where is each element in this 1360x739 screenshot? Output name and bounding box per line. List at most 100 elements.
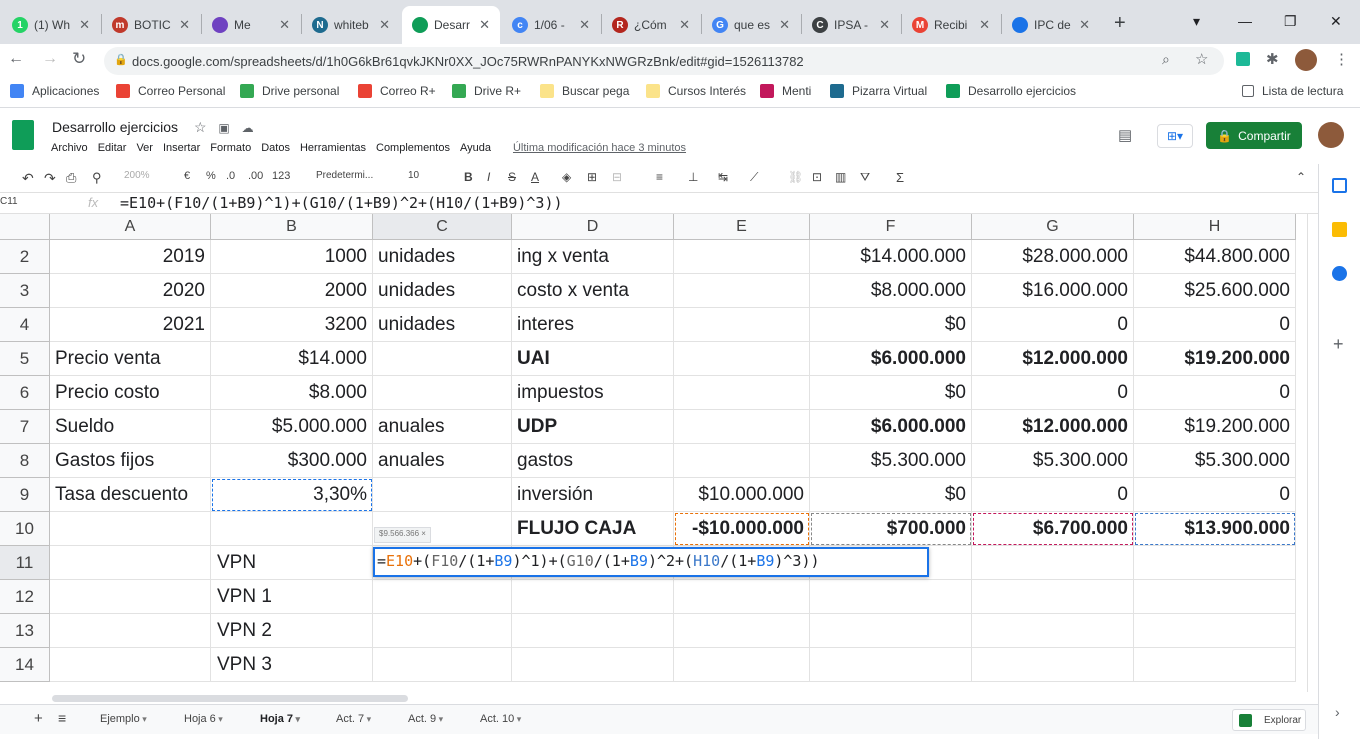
cell-A7[interactable]: Sueldo <box>50 410 211 444</box>
wrap-icon[interactable]: ↹ <box>718 170 728 184</box>
close-tab-icon[interactable]: ✕ <box>579 17 590 33</box>
last-modified-link[interactable]: Última modificación hace 3 minutos <box>513 142 686 154</box>
merge-icon[interactable]: ⊟ <box>612 170 622 184</box>
cell-H5[interactable]: $19.200.000 <box>1134 342 1296 376</box>
menu-item[interactable]: Datos <box>261 142 290 154</box>
browser-tab[interactable]: C IPSA - ✕ <box>802 6 900 44</box>
cell-C6[interactable] <box>373 376 512 410</box>
cell-A14[interactable] <box>50 648 211 682</box>
close-tab-icon[interactable]: ✕ <box>679 17 690 33</box>
bookmark-item[interactable]: Pizarra Virtual <box>830 84 927 98</box>
cell-B3[interactable]: 2000 <box>211 274 373 308</box>
sheet-tab[interactable]: Hoja 7 ▾ <box>260 713 300 725</box>
formula-input[interactable]: =E10+(F10/(1+B9)^1)+(G10/(1+B9)^2+(H10/(… <box>120 194 563 212</box>
bookmark-item[interactable]: Drive R+ <box>452 84 521 98</box>
cell-D9[interactable]: inversión <box>512 478 674 512</box>
chevron-down-icon[interactable]: ▾ <box>514 714 522 724</box>
undo-icon[interactable]: ↶ <box>22 170 34 187</box>
cell-B14[interactable]: VPN 3 <box>211 648 373 682</box>
close-tab-icon[interactable]: ✕ <box>979 17 990 33</box>
more-formats-button[interactable]: 123 <box>272 170 290 182</box>
browser-tab[interactable]: IPC de ✕ <box>1002 6 1100 44</box>
column-header[interactable]: B <box>211 214 373 240</box>
explore-button[interactable]: Explorar <box>1232 709 1306 731</box>
menu-item[interactable]: Archivo <box>51 142 88 154</box>
cell-G7[interactable]: $12.000.000 <box>972 410 1134 444</box>
chevron-down-icon[interactable]: ▾ <box>216 714 223 724</box>
cell-B6[interactable]: $8.000 <box>211 376 373 410</box>
percent-button[interactable]: % <box>206 170 216 182</box>
sheets-logo-icon[interactable] <box>12 120 34 150</box>
back-icon[interactable]: ← <box>8 50 24 68</box>
cell-editor[interactable]: =E10+(F10/(1+B9)^1)+(G10/(1+B9)^2+(H10/(… <box>373 547 929 577</box>
cell-H4[interactable]: 0 <box>1134 308 1296 342</box>
cell-E6[interactable] <box>674 376 810 410</box>
close-window-icon[interactable]: ✕ <box>1330 13 1342 30</box>
zoom-select[interactable]: 200% <box>124 170 150 181</box>
cell-D6[interactable]: impuestos <box>512 376 674 410</box>
row-header[interactable]: 12 <box>0 580 50 614</box>
row-header[interactable]: 5 <box>0 342 50 376</box>
cell-A12[interactable] <box>50 580 211 614</box>
browser-tab[interactable]: R ¿Cóm ✕ <box>602 6 700 44</box>
cell-H9[interactable]: 0 <box>1134 478 1296 512</box>
bookmark-item[interactable]: Cursos Interés <box>646 84 746 98</box>
cell-E7[interactable] <box>674 410 810 444</box>
chevron-down-icon[interactable]: ▾ <box>293 714 301 724</box>
cell-H3[interactable]: $25.600.000 <box>1134 274 1296 308</box>
cell-G14[interactable] <box>972 648 1134 682</box>
calendar-icon[interactable] <box>1332 178 1347 193</box>
row-header[interactable]: 13 <box>0 614 50 648</box>
row-header[interactable]: 2 <box>0 240 50 274</box>
cell-F7[interactable]: $6.000.000 <box>810 410 972 444</box>
bold-button[interactable]: B <box>464 170 473 184</box>
comment-icon[interactable]: ⊡ <box>812 170 822 184</box>
close-tab-icon[interactable]: ✕ <box>79 17 90 33</box>
scroll-thumb[interactable] <box>52 695 408 702</box>
cell-D8[interactable]: gastos <box>512 444 674 478</box>
cell-C9[interactable] <box>373 478 512 512</box>
cell-G5[interactable]: $12.000.000 <box>972 342 1134 376</box>
cell-C5[interactable] <box>373 342 512 376</box>
cell-E8[interactable] <box>674 444 810 478</box>
cell-F9[interactable]: $0 <box>810 478 972 512</box>
cell-B8[interactable]: $300.000 <box>211 444 373 478</box>
row-header[interactable]: 8 <box>0 444 50 478</box>
sheet-tab[interactable]: Act. 10 ▾ <box>480 713 521 725</box>
cell-D14[interactable] <box>512 648 674 682</box>
star-icon[interactable]: ☆ <box>1195 50 1208 68</box>
bookmark-item[interactable]: Buscar pega <box>540 84 629 98</box>
browser-tab[interactable]: Me ✕ <box>202 6 300 44</box>
cell-B10[interactable] <box>211 512 373 546</box>
cell-H11[interactable] <box>1134 546 1296 580</box>
keep-icon[interactable] <box>1332 222 1347 237</box>
text-color-button[interactable]: A <box>531 170 539 184</box>
zoom-icon[interactable]: ⌕ <box>1162 51 1170 68</box>
cell-D3[interactable]: costo x venta <box>512 274 674 308</box>
doc-title[interactable]: Desarrollo ejercicios ☆ ▣ ☁ <box>52 119 254 136</box>
cell-C3[interactable]: unidades <box>373 274 512 308</box>
menu-icon[interactable]: ⋮ <box>1334 50 1349 68</box>
valign-icon[interactable]: ⊥ <box>688 170 698 184</box>
row-header[interactable]: 7 <box>0 410 50 444</box>
reading-list[interactable]: Lista de lectura <box>1242 84 1343 98</box>
row-header[interactable]: 11 <box>0 546 50 580</box>
reload-icon[interactable]: ↻ <box>72 49 86 69</box>
close-tab-icon[interactable]: ✕ <box>279 17 290 33</box>
cell-H8[interactable]: $5.300.000 <box>1134 444 1296 478</box>
menu-item[interactable]: Formato <box>210 142 251 154</box>
cell-G9[interactable]: 0 <box>972 478 1134 512</box>
cell-D7[interactable]: UDP <box>512 410 674 444</box>
horizontal-scrollbar[interactable] <box>50 692 1307 704</box>
close-tab-icon[interactable]: ✕ <box>179 17 190 33</box>
browser-tab[interactable]: Desarr ✕ <box>402 6 500 44</box>
cell-C7[interactable]: anuales <box>373 410 512 444</box>
menu-item[interactable]: Editar <box>98 142 127 154</box>
borders-icon[interactable]: ⊞ <box>587 170 597 184</box>
account-avatar[interactable] <box>1318 122 1344 148</box>
bookmark-item[interactable]: Menti <box>760 84 811 98</box>
cell-A9[interactable]: Tasa descuento <box>50 478 211 512</box>
cell-E3[interactable] <box>674 274 810 308</box>
cell-E14[interactable] <box>674 648 810 682</box>
row-header[interactable]: 6 <box>0 376 50 410</box>
